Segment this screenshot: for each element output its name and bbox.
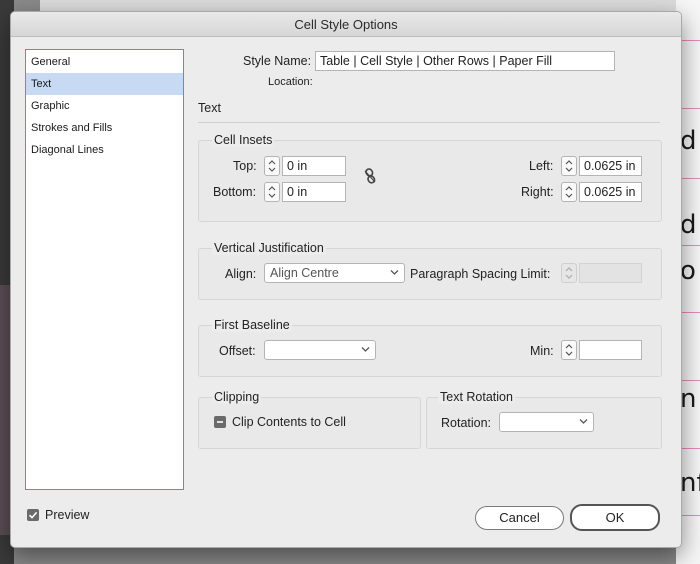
dialog-titlebar[interactable]: Cell Style Options (11, 12, 681, 37)
cell-insets-title: Cell Insets (212, 133, 275, 147)
left-inset-stepper[interactable] (561, 156, 577, 176)
location-label: Location: (268, 76, 313, 88)
bottom-inset-field[interactable]: 0 in (282, 182, 346, 202)
align-dropdown-value: Align Centre (270, 266, 339, 280)
clip-contents-checkbox[interactable] (214, 416, 226, 428)
background-text-fragment: d (680, 210, 697, 240)
paragraph-spacing-field (579, 263, 642, 283)
paragraph-spacing-stepper (561, 263, 577, 283)
clip-contents-label[interactable]: Clip Contents to Cell (232, 415, 346, 429)
cancel-button[interactable]: Cancel (475, 506, 564, 530)
min-stepper[interactable] (561, 340, 577, 360)
bottom-inset-label: Bottom: (213, 185, 257, 199)
min-field[interactable] (579, 340, 642, 360)
rotation-dropdown[interactable] (499, 412, 594, 432)
paragraph-spacing-limit-label: Paragraph Spacing Limit: (410, 267, 551, 281)
section-divider (198, 122, 660, 123)
sidebar-item-text[interactable]: Text (26, 73, 183, 95)
align-label: Align: (225, 267, 257, 281)
sidebar-item-strokes-and-fills[interactable]: Strokes and Fills (26, 117, 183, 139)
background-text-fragment: d (680, 126, 697, 156)
align-dropdown[interactable]: Align Centre (264, 263, 405, 283)
background-text-fragment: nf (680, 468, 700, 498)
right-inset-field[interactable]: 0.0625 in (579, 182, 642, 202)
dialog-title: Cell Style Options (294, 17, 398, 32)
checkmark-icon (28, 511, 38, 519)
sidebar-item-general[interactable]: General (26, 51, 183, 73)
sidebar-item-diagonal-lines[interactable]: Diagonal Lines (26, 139, 183, 161)
right-inset-label: Right: (521, 185, 554, 199)
category-list: General Text Graphic Strokes and Fills D… (25, 49, 184, 490)
style-name-field[interactable]: Table | Cell Style | Other Rows | Paper … (315, 51, 615, 71)
chevron-down-icon (361, 347, 370, 352)
chevron-down-icon (390, 270, 399, 275)
left-inset-label: Left: (529, 159, 554, 173)
ok-button[interactable]: OK (570, 504, 660, 531)
top-inset-field[interactable]: 0 in (282, 156, 346, 176)
background-text-fragment: n (680, 384, 697, 414)
text-rotation-title: Text Rotation (438, 390, 515, 404)
top-inset-stepper[interactable] (264, 156, 280, 176)
preview-checkbox[interactable] (27, 509, 39, 521)
style-name-label: Style Name: (243, 54, 312, 68)
broken-chain-icon[interactable] (363, 167, 377, 185)
right-inset-stepper[interactable] (561, 182, 577, 202)
preview-label[interactable]: Preview (45, 508, 89, 522)
section-title: Text (198, 101, 221, 115)
chevron-down-icon (579, 419, 588, 424)
rotation-label: Rotation: (441, 416, 492, 430)
vertical-justification-title: Vertical Justification (212, 241, 326, 255)
bottom-inset-stepper[interactable] (264, 182, 280, 202)
background-text-fragment: o (680, 256, 696, 286)
min-label: Min: (530, 344, 554, 358)
offset-dropdown[interactable] (264, 340, 376, 360)
cell-style-options-dialog: Cell Style Options General Text Graphic … (10, 11, 682, 548)
cell-insets-group (198, 140, 662, 222)
left-inset-field[interactable]: 0.0625 in (579, 156, 642, 176)
offset-label: Offset: (219, 344, 256, 358)
sidebar-item-graphic[interactable]: Graphic (26, 95, 183, 117)
first-baseline-title: First Baseline (212, 318, 292, 332)
clipping-title: Clipping (212, 390, 262, 404)
top-inset-label: Top: (233, 159, 257, 173)
